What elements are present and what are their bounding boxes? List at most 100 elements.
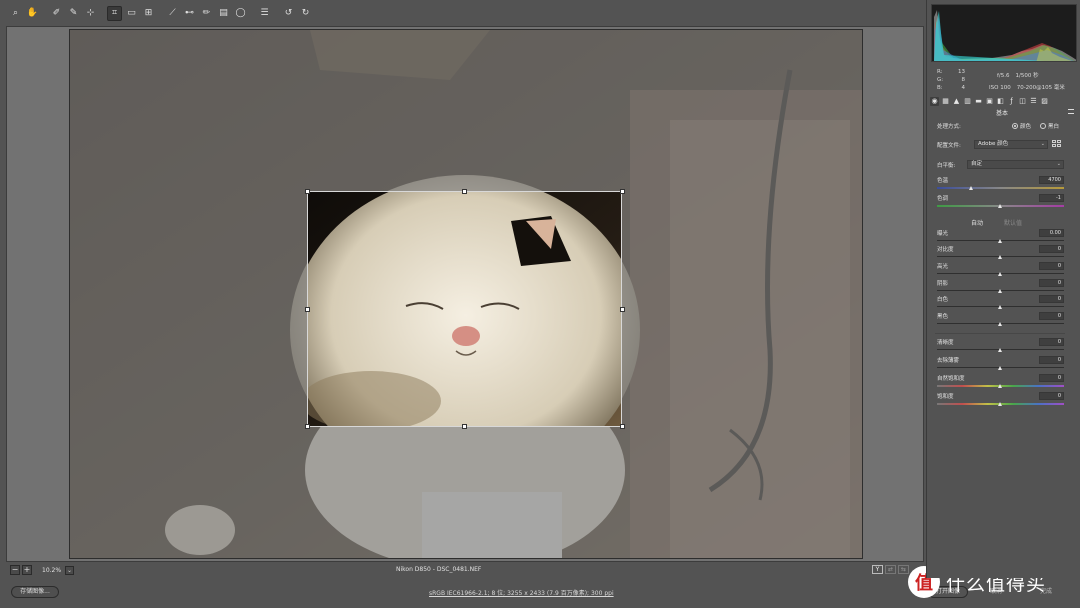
aperture: f/5.6 (997, 73, 1010, 79)
hand-icon[interactable]: ✋ (25, 6, 40, 21)
r-label: R: (937, 69, 943, 75)
photo-preview (69, 29, 863, 559)
clarity-label: 清晰度 (937, 340, 954, 346)
spot-removal-icon[interactable]: ⟋ (165, 6, 180, 21)
wb-select[interactable]: 自定 ⌄ (967, 160, 1064, 169)
clarity-value-field[interactable]: 0 (1039, 338, 1064, 346)
contrast-value-field[interactable]: 0 (1039, 245, 1064, 253)
transform-tab-icon[interactable]: ◧ (996, 97, 1005, 106)
temperature-slider-track[interactable] (937, 187, 1064, 189)
basic-tab-icon[interactable]: ◉ (930, 97, 939, 106)
split-tone-tab-icon[interactable]: ▬ (974, 97, 983, 106)
crop-region[interactable] (307, 191, 622, 427)
profile-value: Adobe 颜色 (978, 141, 1009, 147)
shadows-label: 阴影 (937, 281, 949, 287)
rotate-right-icon[interactable]: ↻ (298, 6, 313, 21)
straighten-icon[interactable]: ▭ (124, 6, 139, 21)
exposure-slider-thumb[interactable] (998, 239, 1002, 243)
b-value: 4 (961, 85, 966, 91)
whites-value-field[interactable]: 0 (1039, 295, 1064, 303)
workflow-options-link[interactable]: sRGB IEC61966-2.1; 8 位; 3255 x 2433 (7.9… (429, 588, 614, 597)
color-sampler-icon[interactable]: ✎ (66, 6, 81, 21)
rotate-left-icon[interactable]: ↺ (281, 6, 296, 21)
crop-handle-t[interactable] (462, 189, 467, 194)
bw-radio[interactable] (1040, 123, 1046, 129)
file-name: Nikon D850 - DSC_0481.NEF (396, 566, 482, 573)
zoom-in-button[interactable]: + (22, 565, 32, 575)
zoom-icon[interactable]: ⌕ (8, 6, 23, 21)
save-image-button[interactable]: 存储图像... (11, 586, 59, 598)
vibrance-value-field[interactable]: 0 (1039, 374, 1064, 382)
swap-settings-button[interactable]: ⇄ (885, 565, 896, 574)
saturation-label: 饱和度 (937, 394, 954, 400)
default-button[interactable]: 默认值 (1004, 218, 1022, 227)
presets-tab-icon[interactable]: ☰ (1029, 97, 1038, 106)
white-balance-icon[interactable]: ✐ (49, 6, 64, 21)
effects-tab-icon[interactable]: ƒ (1007, 97, 1016, 106)
target-adjust-icon[interactable]: ⊹ (83, 6, 98, 21)
preferences-icon[interactable]: ☰ (257, 6, 272, 21)
whites-label: 白色 (937, 297, 949, 303)
before-after-toggle[interactable]: Y (872, 565, 883, 574)
radial-filter-icon[interactable]: ◯ (233, 6, 248, 21)
crop-handle-r[interactable] (620, 307, 625, 312)
dehaze-slider-thumb[interactable] (998, 366, 1002, 370)
color-radio[interactable] (1012, 123, 1018, 129)
calibration-tab-icon[interactable]: ◫ (1018, 97, 1027, 106)
tint-label: 色调 (937, 196, 949, 202)
clarity-slider-thumb[interactable] (998, 348, 1002, 352)
crop-handle-tl[interactable] (305, 189, 310, 194)
transform-icon[interactable]: ⊞ (141, 6, 156, 21)
shutter-speed: 1/500 秒 (1015, 73, 1039, 79)
auto-button[interactable]: 自动 (971, 218, 983, 227)
blacks-value-field[interactable]: 0 (1039, 312, 1064, 320)
crop-handle-bl[interactable] (305, 424, 310, 429)
temperature-slider-thumb[interactable] (968, 186, 973, 190)
adjustment-brush-icon[interactable]: ✏ (199, 6, 214, 21)
shadows-value-field[interactable]: 0 (1039, 279, 1064, 287)
temperature-value-field[interactable]: 4700 (1039, 176, 1064, 184)
crop-photo (308, 192, 621, 426)
zoom-out-button[interactable]: − (10, 565, 20, 575)
saturation-slider-thumb[interactable] (998, 402, 1002, 406)
exposure-value-field[interactable]: 0.00 (1039, 229, 1064, 237)
tint-slider-thumb[interactable] (998, 204, 1002, 208)
crop-handle-b[interactable] (462, 424, 467, 429)
blacks-slider-thumb[interactable] (998, 322, 1002, 326)
red-eye-icon[interactable]: ⊷ (182, 6, 197, 21)
hsl-tab-icon[interactable]: ▥ (963, 97, 972, 106)
divider (935, 333, 1065, 334)
temperature-label: 色温 (937, 178, 949, 184)
profile-label: 配置文件: (937, 143, 961, 149)
saturation-value-field[interactable]: 0 (1039, 392, 1064, 400)
contrast-slider-thumb[interactable] (998, 255, 1002, 259)
profile-select[interactable]: Adobe 颜色 ⌄ (974, 140, 1048, 149)
treatment-label: 处理方式: (937, 124, 961, 130)
graduated-filter-icon[interactable]: ▤ (216, 6, 231, 21)
zoom-dropdown[interactable]: ⌄ (65, 565, 75, 575)
image-canvas[interactable] (6, 26, 924, 562)
crop-handle-tr[interactable] (620, 189, 625, 194)
detail-tab-icon[interactable]: ▲ (952, 97, 961, 106)
crop-icon[interactable]: ⌗ (107, 5, 122, 21)
iso: ISO 100 (989, 85, 1011, 91)
whites-slider-thumb[interactable] (998, 305, 1002, 309)
highlights-label: 高光 (937, 264, 949, 270)
highlights-value-field[interactable]: 0 (1039, 262, 1064, 270)
lens-tab-icon[interactable]: ▣ (985, 97, 994, 106)
snapshots-tab-icon[interactable]: ▨ (1040, 97, 1049, 106)
dehaze-value-field[interactable]: 0 (1039, 356, 1064, 364)
crop-handle-l[interactable] (305, 307, 310, 312)
shadows-slider-thumb[interactable] (998, 289, 1002, 293)
highlights-slider-thumb[interactable] (998, 272, 1002, 276)
b-label: B: (937, 85, 943, 91)
g-label: G: (937, 77, 944, 83)
vibrance-slider-thumb[interactable] (998, 384, 1002, 388)
status-bar: − + 10.2% ⌄ Nikon D850 - DSC_0481.NEF Y … (0, 562, 925, 578)
tint-value-field[interactable]: -1 (1039, 194, 1064, 202)
tone-curve-tab-icon[interactable]: ▦ (941, 97, 950, 106)
profile-browser-icon[interactable] (1052, 140, 1062, 148)
section-menu-icon[interactable] (1068, 109, 1074, 114)
crop-handle-br[interactable] (620, 424, 625, 429)
r-value: 13 (958, 69, 965, 75)
